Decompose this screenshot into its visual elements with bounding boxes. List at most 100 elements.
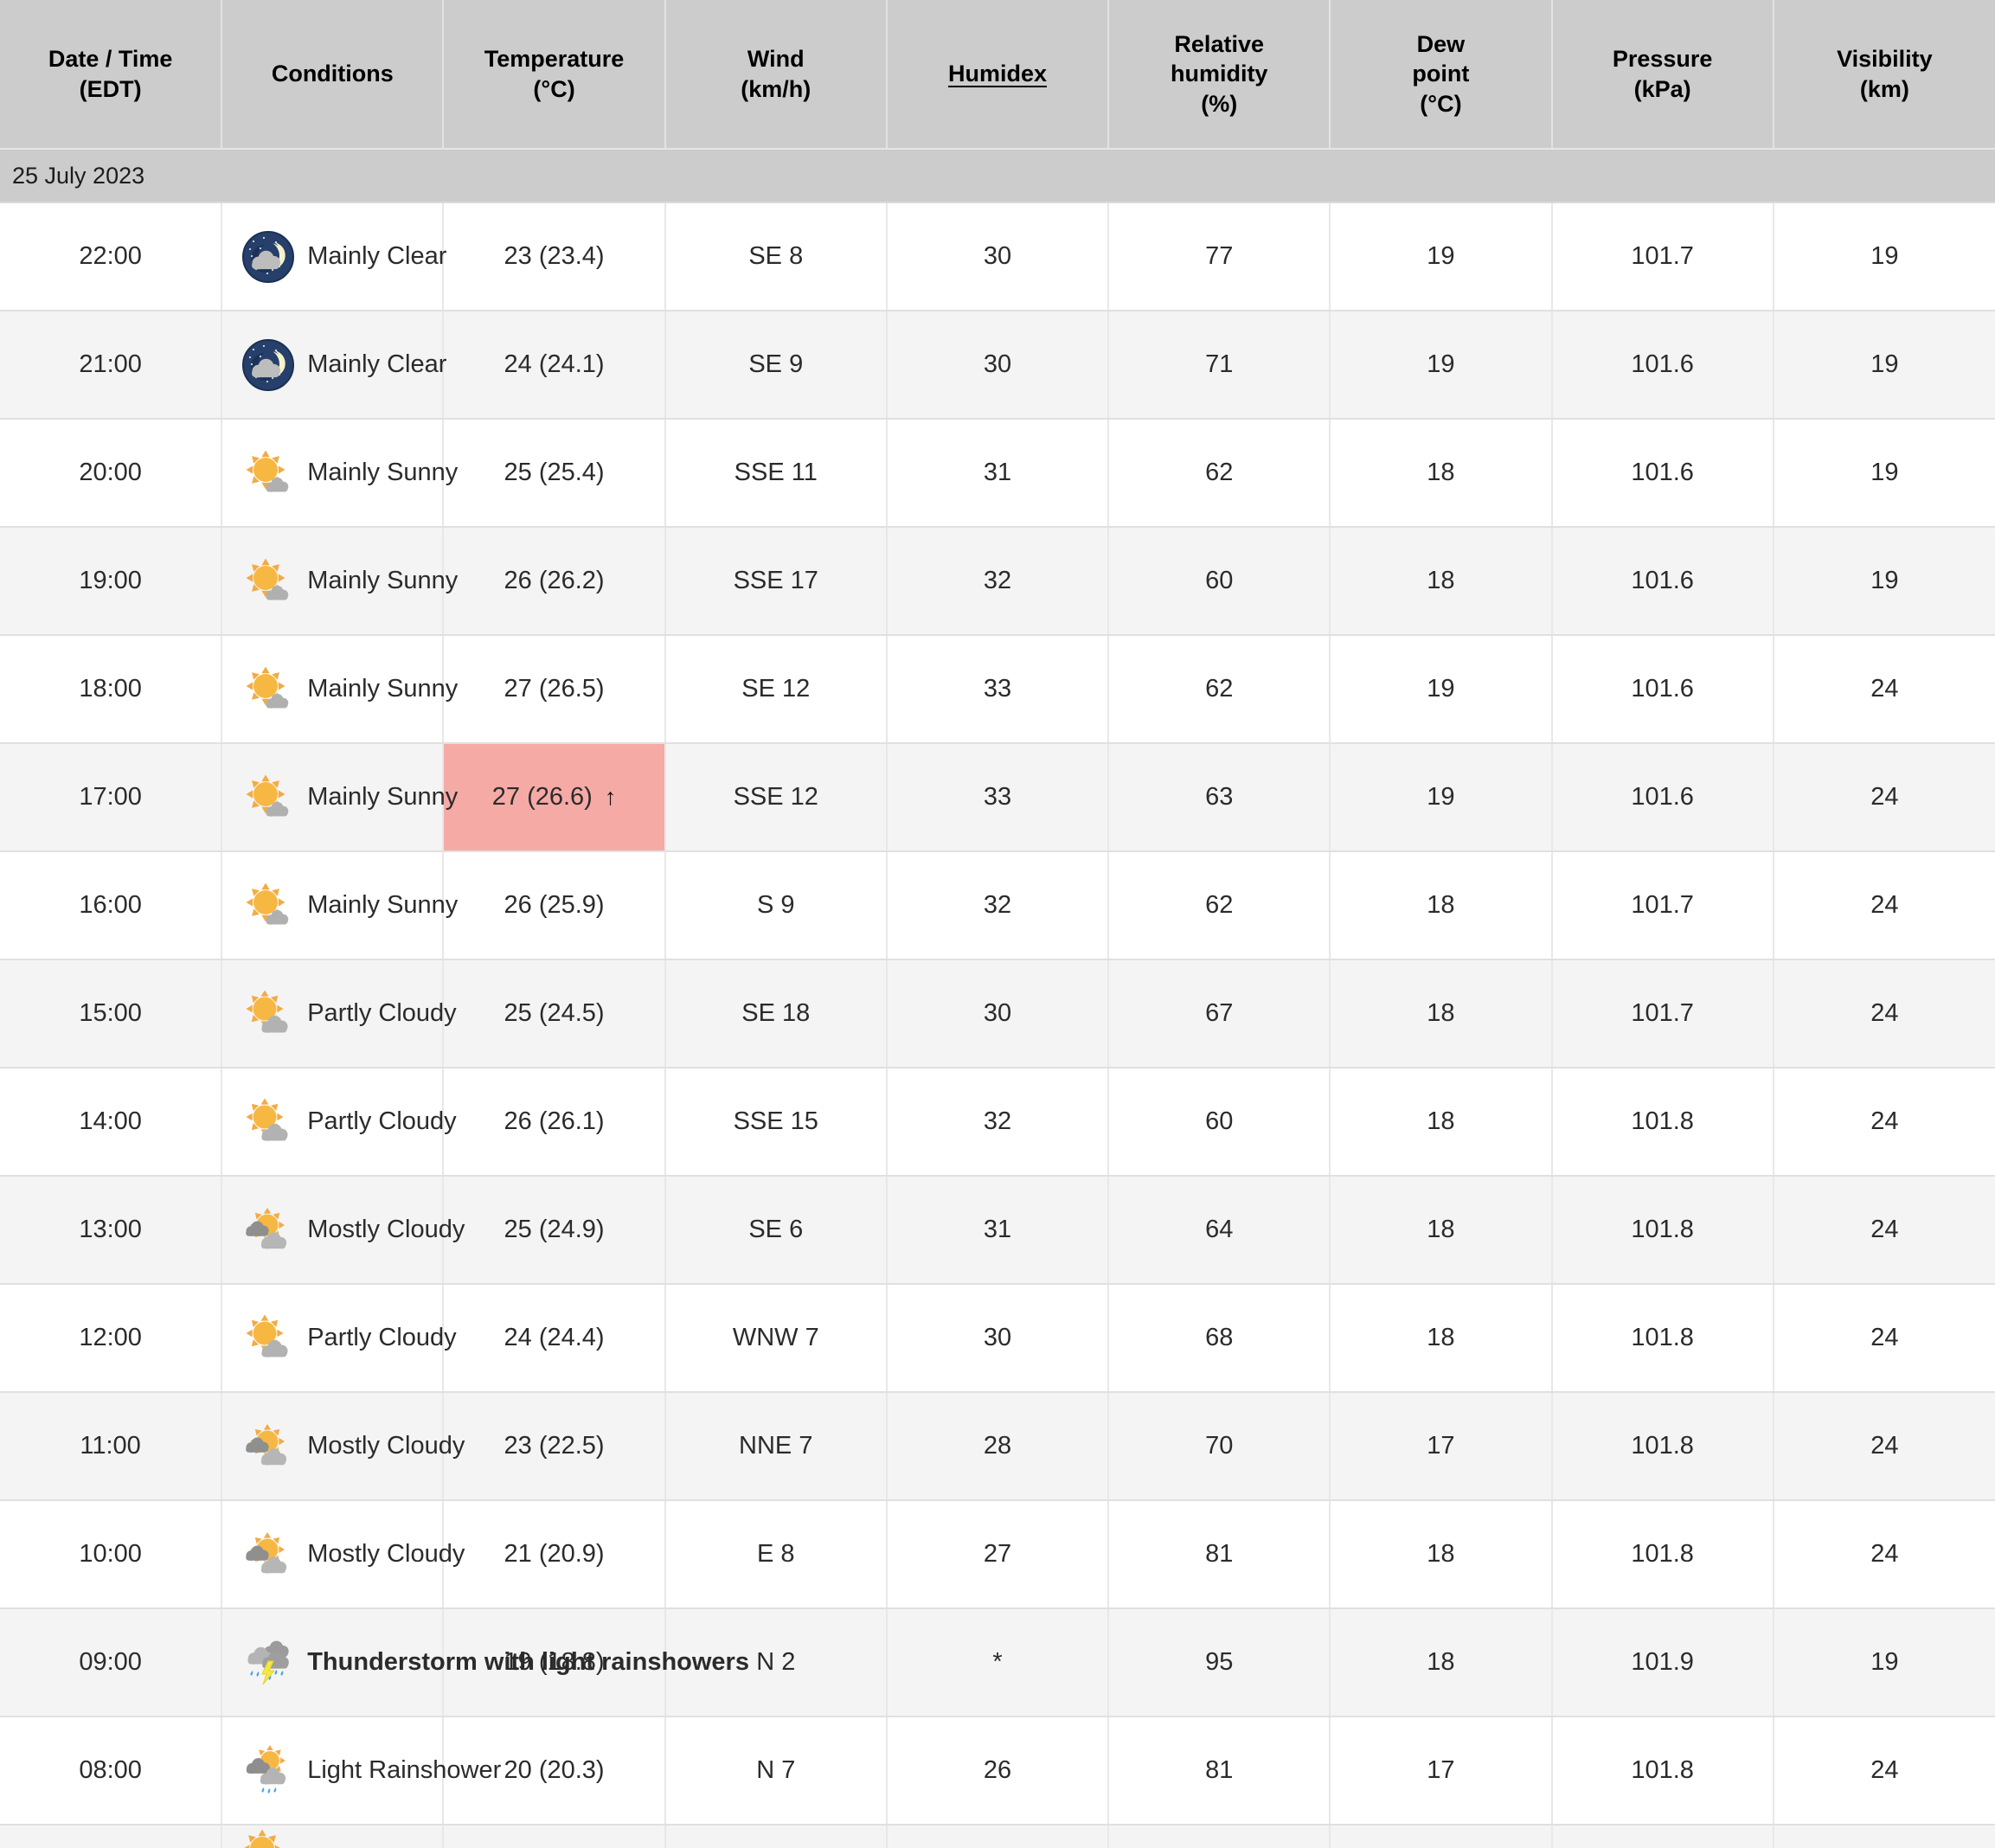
cell-dew-point: 18 [1330,1068,1553,1177]
cell-dew-point: 19 [1330,635,1553,744]
cell-humidex: * [886,1608,1110,1717]
cell-conditions: Mostly Cloudy [221,1176,465,1285]
cell-time: 11:00 [0,1392,223,1501]
cell-visibility: 19 [1773,527,1995,636]
cell-temperature: 25 (24.9) [443,1176,666,1285]
table-row: 18:00 Mainly Sunny 27 (26.5) SE 12 33 62… [0,635,1995,744]
cell-relative-humidity: 77 [1108,202,1331,311]
cell-relative-humidity: 63 [1108,743,1331,852]
night-mainly-clear-icon [241,230,295,284]
temperature-value: 26 (26.1) [504,1107,605,1135]
cell-wind: S 9 [664,851,888,960]
cell-humidex: 28 [886,1392,1110,1501]
table-row: 19:00 Mainly Sunny 26 (26.2) SSE 17 32 6… [0,527,1995,636]
mainly-sunny-icon [241,555,295,608]
cell-relative-humidity: 70 [1108,1392,1331,1501]
cell-time: 10:00 [0,1500,223,1609]
temperature-rising-arrow-icon: ↑ [604,784,617,810]
table-row: 10:00 Mostly Cloudy 21 (20.9) E 8 27 81 … [0,1500,1995,1609]
condition-label: Partly Cloudy [307,999,457,1027]
cell-dew-point: 18 [1330,419,1553,528]
temperature-value: 24 (24.1) [504,350,605,378]
table-body: 25 July 2023 22:00 Mainly Clear 23 (23.4… [0,149,1995,1848]
cell-dew-point: 18 [1330,959,1553,1068]
cell-relative-humidity: 81 [1108,1716,1331,1826]
condition-label: Light Rainshower [307,1756,502,1784]
cell-temperature: 27 (26.5) [443,635,666,744]
cell-wind: SE 12 [664,635,888,744]
cell-relative-humidity: 62 [1108,419,1331,528]
cell-visibility: 24 [1773,1716,1995,1826]
cell-dew-point: 18 [1330,527,1553,636]
condition-label: Mainly Clear [307,242,447,270]
cell-relative-humidity: 67 [1108,959,1331,1068]
cell-humidex: 32 [886,1068,1110,1177]
temperature-value-wrap: 26 (26.1) [444,1068,664,1175]
column-header-visibility: Visibility (km) [1773,0,1995,150]
cell-pressure: 101.8 [1551,1068,1774,1177]
humidex-help-link[interactable]: Humidex [948,61,1047,87]
column-header-line1: Pressure [1612,45,1713,72]
temperature-value: 24 (24.4) [504,1324,605,1351]
cell-pressure: 101.7 [1551,959,1774,1068]
cell-visibility: 19 [1773,202,1995,311]
cell-temperature: 26 (25.9) [443,851,666,960]
cell-pressure: 101.8 [1551,1500,1774,1609]
cell-temperature: 26 (26.1) [443,1068,666,1177]
date-group-row: 25 July 2023 [0,149,1995,203]
cell-relative-humidity: 60 [1108,527,1331,636]
cell-conditions: Partly Cloudy [221,959,457,1068]
temperature-value-wrap: 25 (25.4) [444,420,664,526]
cell-wind: WNW 7 [664,1284,888,1393]
cell-conditions: Partly Cloudy [221,1068,457,1177]
table-row: 15:00 Partly Cloudy 25 (24.5) SE 18 30 6… [0,959,1995,1068]
cell-pressure: 101.9 [1551,1608,1774,1717]
cell-temperature: 27 (26.6) ↑ [443,743,666,852]
column-header-humidex[interactable]: Humidex [886,0,1110,150]
cell-conditions: Mostly Cloudy [221,1392,465,1501]
table-row: 14:00 Partly Cloudy 26 (26.1) SSE 15 32 … [0,1068,1995,1177]
column-header-line2: point [1412,61,1470,87]
condition-label: Partly Cloudy [307,1324,457,1351]
cell-dew-point: 18 [1330,1284,1553,1393]
condition-label: Mainly Sunny [307,891,459,919]
column-header-line3: (°C) [1420,90,1462,117]
cell-time: 13:00 [0,1176,223,1285]
table-header: Date / Time (EDT) Conditions Temperature… [0,0,1995,150]
cell-visibility: 19 [1773,419,1995,528]
condition-label: Mostly Cloudy [307,1216,465,1243]
condition-label: Mostly Cloudy [307,1540,465,1568]
temperature-value-wrap: 25 (24.5) [444,960,664,1067]
temperature-value-wrap: 24 (24.1) [444,311,664,418]
condition-label: Mainly Sunny [307,675,459,703]
cell-visibility: 24 [1773,743,1995,852]
column-header-line2: humidity [1170,61,1268,87]
table-row-partial [0,1825,1995,1848]
temperature-value-wrap: 26 (26.2) [444,528,664,634]
cell-visibility: 19 [1773,1608,1995,1717]
cell-dew-point: 17 [1330,1716,1553,1826]
cell-temperature: 26 (26.2) [443,527,666,636]
table-row: 12:00 Partly Cloudy 24 (24.4) WNW 7 30 6… [0,1284,1995,1393]
column-header-pressure: Pressure (kPa) [1551,0,1774,150]
temperature-value: 25 (25.4) [504,459,605,486]
cell-humidex: 26 [886,1716,1110,1826]
condition-label: Mainly Sunny [307,783,459,811]
cell-temperature: 23 (23.4) [443,202,666,311]
column-header-line2: (°C) [533,75,575,102]
cell-time: 17:00 [0,743,223,852]
cell-wind: SSE 15 [664,1068,888,1177]
cell-conditions: Mainly Sunny [221,419,458,528]
cell-conditions: Mainly Clear [221,202,447,311]
mostly-cloudy-icon [241,1203,295,1257]
cell-temperature: 25 (24.5) [443,959,666,1068]
cell-temperature: 21 (20.9) [443,1500,666,1609]
temperature-value: 27 (26.6) [491,783,593,811]
temperature-value-wrap: 21 (20.9) [444,1501,664,1607]
date-group-label: 25 July 2023 [0,149,1995,203]
column-header-line1: Date / Time [48,45,173,72]
cell-conditions: Mostly Cloudy [221,1500,465,1609]
mainly-sunny-icon [238,1826,292,1848]
column-header-line1: Visibility [1837,45,1933,72]
cell-visibility: 24 [1773,635,1995,744]
